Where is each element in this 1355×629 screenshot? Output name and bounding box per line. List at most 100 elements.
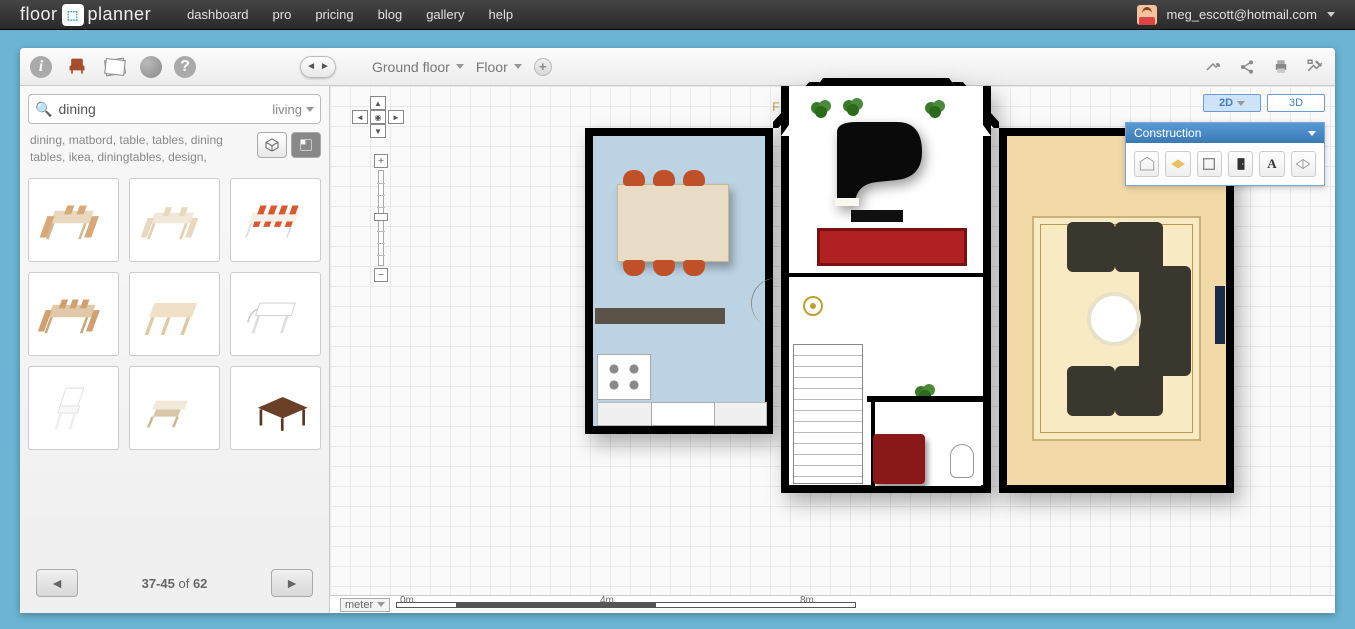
furniture-item[interactable] [129, 178, 220, 262]
furniture-item[interactable] [28, 366, 119, 450]
coffee-table[interactable] [1091, 296, 1137, 342]
chevron-down-icon [1237, 101, 1245, 106]
wall[interactable] [867, 396, 985, 402]
breadcrumb-floor[interactable]: Ground floor [372, 59, 464, 75]
stairs[interactable] [793, 344, 863, 484]
top-navbar: floor ⬚ planner dashboard pro pricing bl… [0, 0, 1355, 30]
settings-icon[interactable] [1305, 57, 1325, 77]
history-nav[interactable]: ◄► [300, 56, 336, 78]
toilet[interactable] [950, 444, 974, 478]
photos-icon[interactable] [102, 54, 128, 80]
nav-gallery[interactable]: gallery [426, 7, 464, 22]
nav-pricing[interactable]: pricing [315, 7, 353, 22]
nav-pro[interactable]: pro [273, 7, 292, 22]
zoom-handle[interactable] [374, 213, 388, 221]
pan-center-button[interactable]: ◉ [370, 110, 386, 124]
add-design-button[interactable]: + [534, 58, 552, 76]
furniture-item[interactable] [28, 272, 119, 356]
zoom-slider[interactable] [378, 170, 384, 266]
wall-tool-icon[interactable] [1197, 151, 1222, 177]
kitchen-counter[interactable] [595, 308, 725, 324]
scale-label: 4m [600, 595, 614, 606]
armchair[interactable] [1115, 222, 1163, 272]
floorplan[interactable] [455, 86, 1095, 546]
sofa[interactable] [1139, 266, 1191, 376]
pan-right-button[interactable]: ► [388, 110, 404, 124]
breadcrumb-design[interactable]: Floor [476, 59, 522, 75]
unit-selector[interactable]: meter [340, 598, 390, 612]
armchair[interactable] [1067, 366, 1115, 416]
prev-page-button[interactable]: ◄ [36, 569, 78, 597]
mode-3d-button[interactable]: 3D [1267, 94, 1325, 112]
plant-icon[interactable] [921, 94, 949, 122]
armchair[interactable] [1115, 366, 1163, 416]
chevron-down-icon [514, 64, 522, 69]
breadcrumb-level1: Ground floor [372, 59, 450, 75]
furniture-item[interactable] [230, 178, 321, 262]
tv[interactable] [1215, 286, 1225, 344]
chair[interactable] [653, 170, 675, 186]
logo-text-2: planner [88, 4, 152, 25]
panel-header[interactable]: Construction [1126, 123, 1324, 143]
chair[interactable] [623, 170, 645, 186]
pan-left-button[interactable]: ◄ [352, 110, 368, 124]
mode-2d-button[interactable]: 2D [1203, 94, 1261, 112]
sink[interactable] [651, 402, 715, 426]
bench[interactable] [873, 434, 925, 484]
search-input[interactable] [58, 101, 272, 117]
view-mode: 2D 3D [1203, 94, 1325, 112]
share-icon[interactable] [1237, 57, 1257, 77]
globe-icon[interactable] [140, 56, 162, 78]
help-icon[interactable]: ? [174, 56, 196, 78]
view-3d-button[interactable] [257, 132, 287, 158]
floor-tool-icon[interactable] [1165, 151, 1190, 177]
breadcrumb-level2: Floor [476, 59, 508, 75]
stove[interactable] [597, 354, 651, 400]
export-icon[interactable] [1203, 57, 1223, 77]
scale-label: 8m [800, 595, 814, 606]
toolbar: i ? ◄► Ground floor Floor + [20, 48, 1335, 86]
plant-icon[interactable] [807, 94, 835, 122]
measure-tool-icon[interactable] [1291, 151, 1316, 177]
furniture-item[interactable] [129, 366, 220, 450]
dining-table[interactable] [617, 184, 729, 262]
info-icon[interactable]: i [30, 56, 52, 78]
furniture-item[interactable] [230, 272, 321, 356]
search-category[interactable]: living [272, 102, 314, 117]
pan-up-button[interactable]: ▲ [370, 96, 386, 110]
construction-panel[interactable]: Construction A [1125, 122, 1325, 186]
plant-icon[interactable] [839, 92, 867, 120]
print-icon[interactable] [1271, 57, 1291, 77]
text-tool-icon[interactable]: A [1259, 151, 1284, 177]
rug[interactable] [817, 228, 967, 266]
nav-help[interactable]: help [488, 7, 513, 22]
pan-down-button[interactable]: ▼ [370, 124, 386, 138]
user-email: meg_escott@hotmail.com [1167, 7, 1317, 22]
chair[interactable] [683, 170, 705, 186]
zoom-out-button[interactable]: − [374, 268, 388, 282]
scale-bar: meter 0m 4m 8m [330, 595, 1335, 613]
logo[interactable]: floor ⬚ planner [20, 4, 151, 26]
view-2d-button[interactable] [291, 132, 321, 158]
ceiling-light[interactable] [803, 296, 823, 316]
piano-bench[interactable] [851, 210, 903, 222]
zoom-in-button[interactable]: + [374, 154, 388, 168]
room-tool-icon[interactable] [1134, 151, 1159, 177]
nav-dashboard[interactable]: dashboard [187, 7, 248, 22]
door-tool-icon[interactable] [1228, 151, 1253, 177]
furniture-item[interactable] [28, 178, 119, 262]
user-menu[interactable]: meg_escott@hotmail.com [1137, 5, 1335, 25]
chevron-down-icon [1327, 12, 1335, 17]
furniture-icon[interactable] [64, 54, 90, 80]
chevron-down-icon [1308, 131, 1316, 136]
furniture-grid [28, 178, 321, 450]
chevron-down-icon [377, 602, 385, 607]
furniture-item[interactable] [230, 366, 321, 450]
nav-blog[interactable]: blog [378, 7, 403, 22]
furniture-item[interactable] [129, 272, 220, 356]
next-page-button[interactable]: ► [271, 569, 313, 597]
armchair[interactable] [1067, 222, 1115, 272]
piano[interactable] [827, 122, 927, 212]
app-window: i ? ◄► Ground floor Floor + 🔍 living din… [20, 48, 1335, 613]
canvas[interactable]: ▲ ◄◉► ▼ + − First design loaded [330, 86, 1335, 613]
